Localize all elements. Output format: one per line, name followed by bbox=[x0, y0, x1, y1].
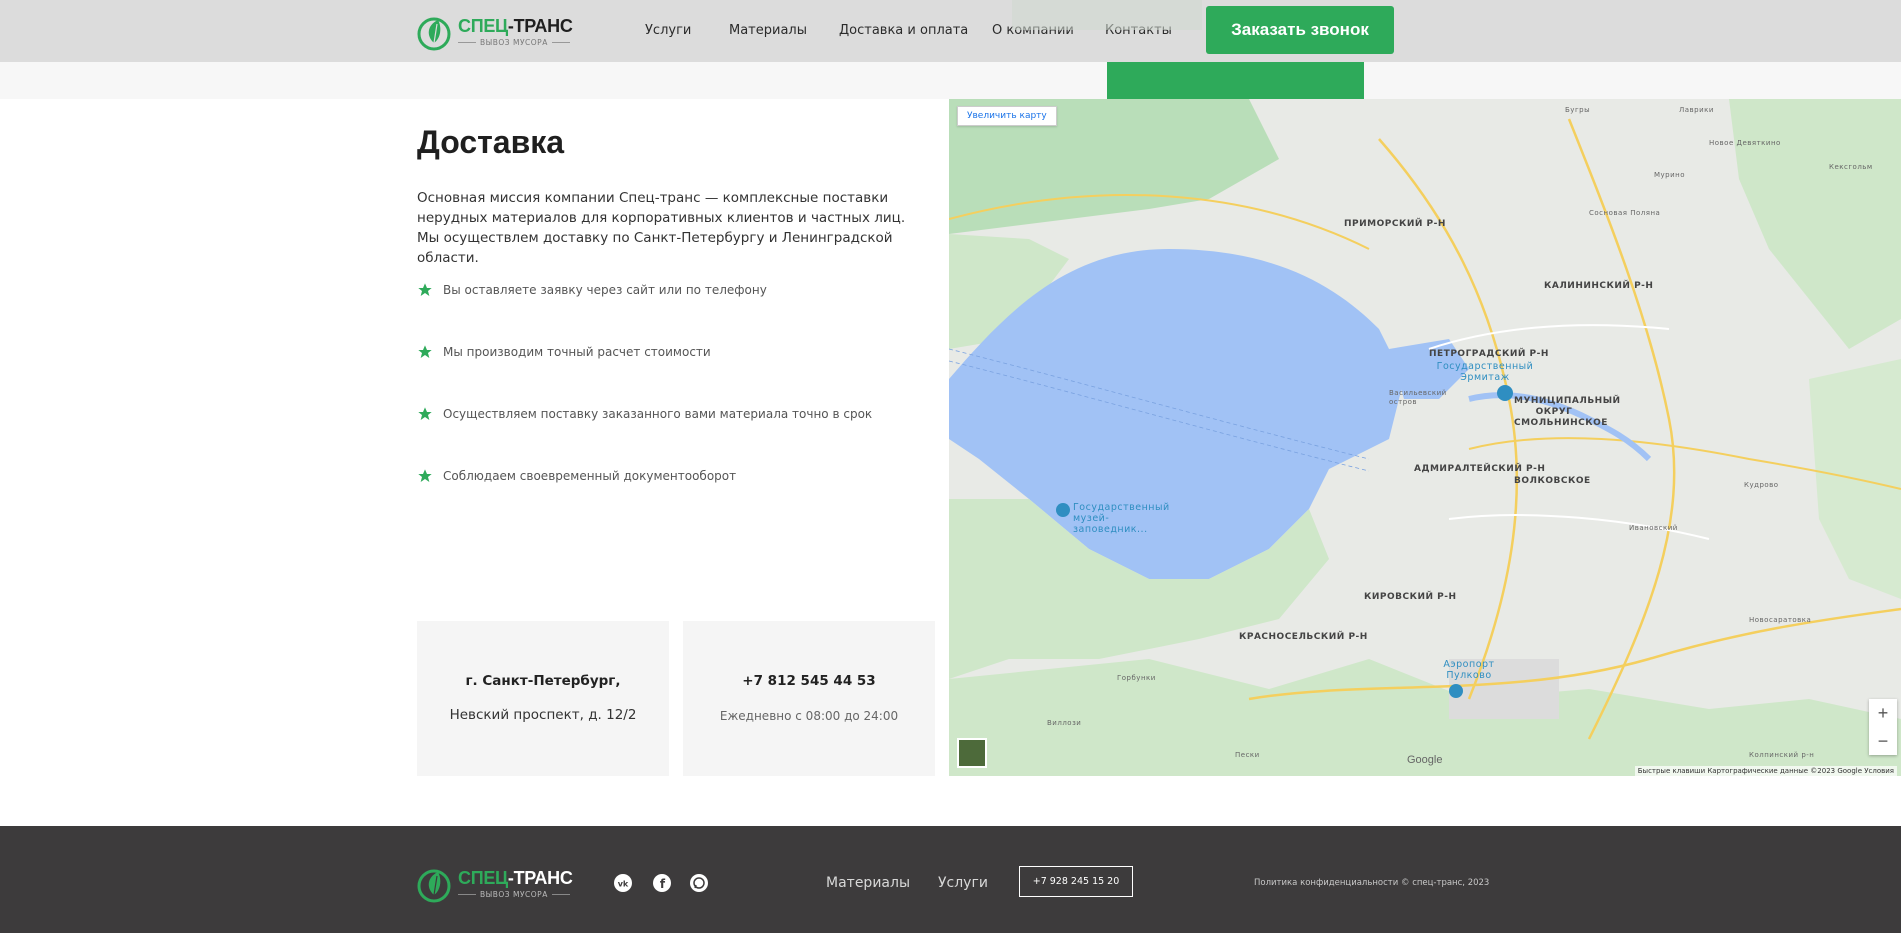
logo-tagline: ВЫВОЗ МУСОРА bbox=[480, 37, 548, 47]
step-text: Вы оставляете заявку через сайт или по т… bbox=[443, 283, 767, 297]
map-district-label: МУНИЦИПАЛЬНЫЙ ОКРУГ СМОЛЬНИНСКОЕ bbox=[1514, 396, 1621, 428]
contact-phone[interactable]: +7 812 545 44 53 bbox=[683, 673, 935, 689]
ghost-overlay bbox=[1012, 0, 1202, 30]
step-text: Мы производим точный расчет стоимости bbox=[443, 345, 711, 359]
map-place-label: Бугры bbox=[1565, 106, 1591, 114]
satellite-toggle[interactable] bbox=[957, 738, 987, 768]
logo-name-dark: -ТРАНС bbox=[507, 867, 573, 888]
map-place-label: Васильевский остров bbox=[1389, 389, 1447, 406]
svg-text:f: f bbox=[660, 877, 666, 891]
map-place-label: Сосновая Поляна bbox=[1589, 209, 1661, 217]
page-title: Доставка bbox=[417, 124, 565, 160]
nav-services[interactable]: Услуги bbox=[645, 23, 691, 38]
vk-icon[interactable]: vk bbox=[614, 874, 632, 892]
nav-materials[interactable]: Материалы bbox=[729, 23, 807, 38]
header-strip bbox=[0, 62, 1901, 99]
footer-phone-button[interactable]: +7 928 245 15 20 bbox=[1019, 866, 1133, 897]
footer-link-materials[interactable]: Материалы bbox=[826, 875, 910, 891]
star-icon bbox=[418, 407, 432, 420]
map-place-label: Мурино bbox=[1654, 171, 1686, 179]
map-district-label: КИРОВСКИЙ Р-Н bbox=[1364, 592, 1457, 602]
map-place-label: Горбунки bbox=[1117, 674, 1156, 682]
map-poi-hermitage[interactable]: Государственный Эрмитаж bbox=[1435, 361, 1535, 383]
map-poi-airport[interactable]: Аэропорт Пулково bbox=[1429, 659, 1509, 681]
map-district-label: КРАСНОСЕЛЬСКИЙ Р-Н bbox=[1239, 632, 1368, 642]
step-item: Соблюдаем своевременный документооборот bbox=[417, 468, 736, 484]
svg-text:vk: vk bbox=[618, 880, 629, 889]
logo-name-dark: -ТРАНС bbox=[507, 15, 573, 36]
map-place-label: Кексгольм bbox=[1829, 163, 1873, 171]
step-text: Соблюдаем своевременный документооборот bbox=[443, 469, 737, 483]
map-place-label: Новое Девяткино bbox=[1709, 139, 1781, 147]
step-text: Осуществляем поставку заказанного вами м… bbox=[443, 407, 873, 421]
whatsapp-icon[interactable] bbox=[690, 874, 708, 892]
zoom-controls: + − bbox=[1869, 699, 1897, 755]
site-header: СПЕЦ-ТРАНС ВЫВОЗ МУСОРА Услуги Материалы… bbox=[0, 0, 1901, 62]
leaf-logo-icon bbox=[416, 10, 454, 52]
address-city: г. Санкт-Петербург, bbox=[465, 673, 621, 689]
green-tab bbox=[1107, 62, 1364, 99]
map-canvas bbox=[949, 99, 1901, 776]
address-street: Невский проспект, д. 12/2 bbox=[449, 707, 637, 723]
star-icon bbox=[418, 469, 432, 482]
map-place-label: Ивановский bbox=[1629, 524, 1678, 532]
enlarge-map-button[interactable]: Увеличить карту bbox=[957, 106, 1057, 126]
logo-name-green: СПЕЦ bbox=[458, 15, 508, 36]
map-place-label: Пески bbox=[1235, 751, 1260, 759]
order-call-button[interactable]: Заказать звонок bbox=[1206, 6, 1394, 54]
footer-link-services[interactable]: Услуги bbox=[938, 875, 988, 891]
nav-delivery[interactable]: Доставка и оплата bbox=[839, 23, 968, 38]
map-attribution[interactable]: Быстрые клавиши Картографические данные … bbox=[1634, 766, 1897, 776]
logo-name-green: СПЕЦ bbox=[458, 867, 508, 888]
map-district-label: АДМИРАЛТЕЙСКИЙ Р-Н bbox=[1414, 464, 1546, 474]
google-logo: Google bbox=[1407, 754, 1443, 766]
zoom-out-button[interactable]: − bbox=[1869, 727, 1897, 755]
map-district-label: ПРИМОРСКИЙ Р-Н bbox=[1344, 219, 1446, 229]
google-map[interactable]: ПРИМОРСКИЙ Р-Н КАЛИНИНСКИЙ Р-Н ПЕТРОГРАД… bbox=[949, 99, 1901, 776]
address-card: г. Санкт-Петербург, Невский проспект, д.… bbox=[417, 621, 669, 776]
step-item: Осуществляем поставку заказанного вами м… bbox=[417, 406, 872, 422]
phone-card: +7 812 545 44 53 Ежедневно с 08:00 до 24… bbox=[683, 621, 935, 776]
privacy-policy-link[interactable]: Политика конфиденциальности © спец-транс… bbox=[1254, 878, 1489, 888]
star-icon bbox=[418, 283, 432, 296]
map-place-label: Виллози bbox=[1047, 719, 1082, 727]
facebook-icon[interactable]: f bbox=[653, 874, 671, 892]
working-hours: Ежедневно с 08:00 до 24:00 bbox=[719, 709, 899, 723]
step-item: Вы оставляете заявку через сайт или по т… bbox=[417, 282, 767, 298]
map-place-label: Кудрово bbox=[1744, 481, 1779, 489]
logo-tagline: ВЫВОЗ МУСОРА bbox=[480, 889, 548, 899]
map-place-label: Лаврики bbox=[1679, 106, 1714, 114]
intro-text: Основная миссия компании Спец-транс — ко… bbox=[417, 190, 906, 266]
map-district-label: ПЕТРОГРАДСКИЙ Р-Н bbox=[1429, 349, 1549, 359]
map-place-label: Колпинский р-н bbox=[1749, 751, 1815, 759]
star-icon bbox=[418, 345, 432, 358]
step-item: Мы производим точный расчет стоимости bbox=[417, 344, 711, 360]
zoom-in-button[interactable]: + bbox=[1869, 699, 1897, 727]
leaf-logo-icon bbox=[416, 862, 454, 904]
footer-logo[interactable]: СПЕЦ-ТРАНС ВЫВОЗ МУСОРА bbox=[416, 862, 573, 904]
map-poi-museum[interactable]: Государственный музей-заповедник... bbox=[1073, 502, 1173, 535]
map-district-label: КАЛИНИНСКИЙ Р-Н bbox=[1544, 281, 1654, 291]
site-logo[interactable]: СПЕЦ-ТРАНС ВЫВОЗ МУСОРА bbox=[416, 10, 573, 52]
map-place-label: Новосаратовка bbox=[1749, 616, 1812, 624]
map-district-label: ВОЛКОВСКОЕ bbox=[1514, 476, 1591, 486]
